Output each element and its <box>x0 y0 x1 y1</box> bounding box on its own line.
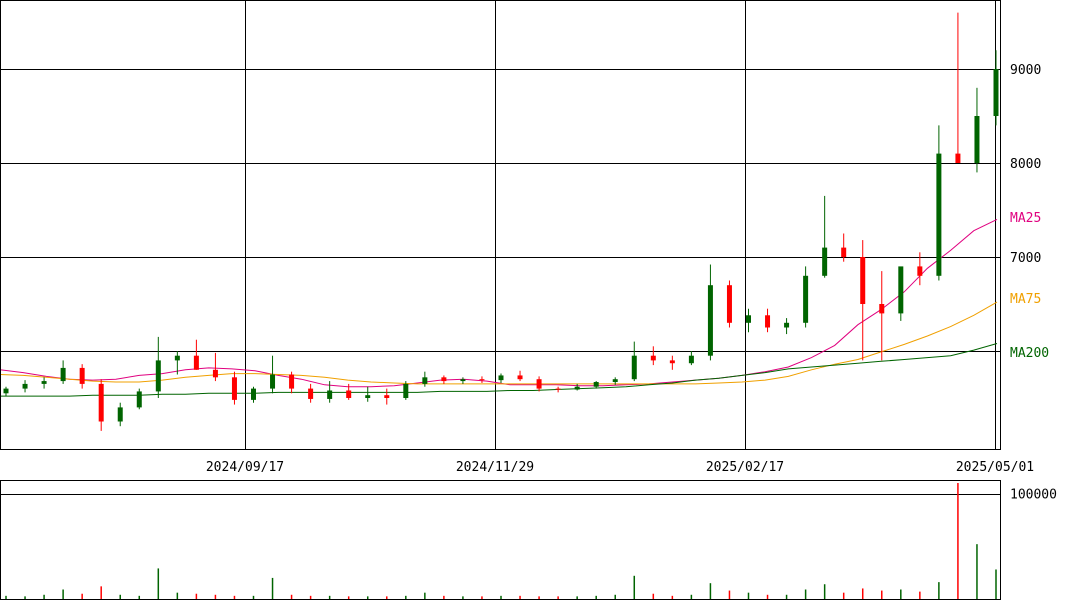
candle-down <box>98 383 104 422</box>
chart-frames <box>0 0 1001 600</box>
candle-up <box>612 379 618 383</box>
candle-down <box>917 266 923 276</box>
candle-down <box>212 369 218 378</box>
candle-down <box>669 360 675 364</box>
candle-down <box>860 257 866 304</box>
candle-down <box>193 355 199 370</box>
stock-chart: 9000 8000 7000 2024/09/17 2024/11/29 2025/02/… <box>0 0 1057 600</box>
candle-up <box>993 69 999 116</box>
candle-down <box>517 375 523 380</box>
moving-average-lines <box>0 218 998 397</box>
candle-down <box>79 367 85 384</box>
candle-up <box>460 379 466 382</box>
candle-up <box>251 388 256 400</box>
candle-up <box>327 390 333 399</box>
axis-labels: 9000 8000 7000 2024/09/17 2024/11/29 2025/02/… <box>206 63 1057 503</box>
candle-up <box>3 388 9 394</box>
date-tick-label: 2025/05/01 <box>956 460 1034 475</box>
date-tick-label: 2024/09/17 <box>206 460 284 475</box>
candle-down <box>955 153 961 163</box>
candle-up <box>574 386 580 390</box>
candle-up <box>41 381 47 384</box>
candle-down <box>479 379 485 381</box>
candle-up <box>631 355 637 380</box>
candle-down <box>841 247 847 257</box>
date-tick-label: 2025/02/17 <box>706 460 784 475</box>
candle-up <box>898 266 904 314</box>
candle-down <box>726 285 732 323</box>
candle-up <box>22 383 28 389</box>
candle-down <box>650 355 656 361</box>
candle-up <box>746 315 751 323</box>
candle-up <box>174 355 180 361</box>
candle-up <box>936 153 942 276</box>
price-candles <box>3 12 999 431</box>
candle-up <box>270 374 276 389</box>
candle-up <box>593 382 599 387</box>
candle-down <box>384 395 390 398</box>
price-tick-label: 8000 <box>1010 157 1041 172</box>
ma-label-ma75: MA75 <box>1010 292 1041 307</box>
candle-up <box>974 116 980 163</box>
candle-up <box>498 375 504 381</box>
candle-up <box>422 377 428 384</box>
candle-up <box>365 395 371 398</box>
candle-up <box>707 285 713 356</box>
date-tick-label: 2024/11/29 <box>456 460 534 475</box>
candle-up <box>688 355 694 364</box>
candle-down <box>346 390 352 398</box>
candle-up <box>60 367 66 382</box>
volume-panel-frame <box>0 480 1001 600</box>
candle-up <box>822 247 828 276</box>
price-tick-label: 7000 <box>1010 251 1041 266</box>
candle-down <box>289 374 295 389</box>
volume-bars <box>5 483 997 599</box>
volume-tick-label: 100000 <box>1010 488 1057 503</box>
ma-line-ma75 <box>0 301 998 385</box>
candle-up <box>117 407 123 422</box>
ma-label-ma25: MA25 <box>1010 211 1041 226</box>
candle-down <box>441 377 447 382</box>
candle-down <box>231 377 237 400</box>
candle-down <box>765 315 771 328</box>
chart-grid <box>0 0 1000 495</box>
candle-up <box>136 391 142 408</box>
candle-up <box>784 322 790 328</box>
candle-down <box>879 304 885 314</box>
ma-label-ma200: MA200 <box>1010 346 1049 361</box>
candle-down <box>308 388 314 399</box>
candle-up <box>155 360 161 392</box>
candle-up <box>803 275 809 323</box>
candle-down <box>555 388 561 390</box>
price-tick-label: 9000 <box>1010 63 1041 78</box>
candle-up <box>403 383 409 398</box>
candle-down <box>536 379 542 389</box>
